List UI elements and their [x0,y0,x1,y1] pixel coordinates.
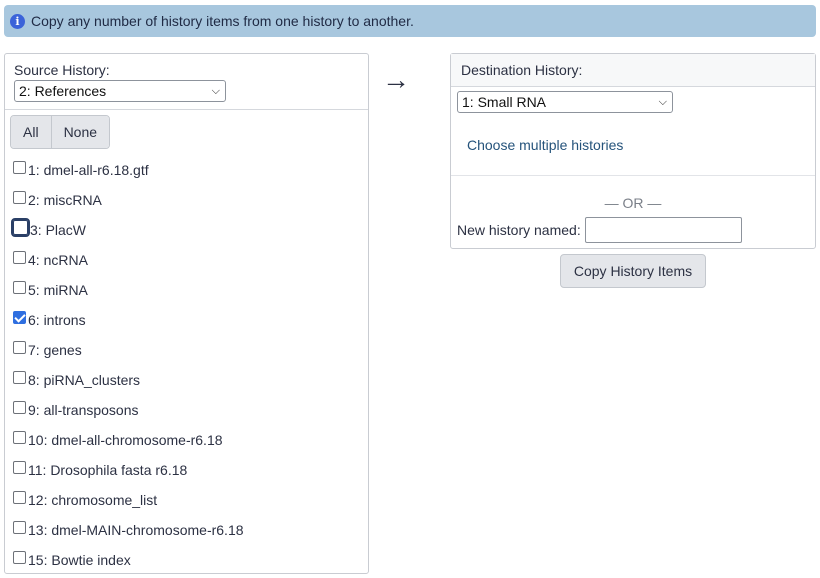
history-item-checkbox[interactable] [13,400,26,414]
history-item-checkbox[interactable] [13,280,26,294]
history-item[interactable]: 11: Drosophila fasta r6.18 [13,455,244,485]
history-item-checkbox[interactable] [13,490,26,504]
history-item-label: 4: ncRNA [28,252,88,268]
history-item-checkbox[interactable] [13,250,26,264]
source-history-selected: 2: References [19,83,107,99]
source-history-title: Source History: [14,62,110,78]
source-history-select[interactable]: 2: References ⌵ [14,80,226,102]
history-item-checkbox[interactable] [13,160,26,174]
history-item[interactable]: 15: Bowtie index [13,545,244,575]
history-item-label: 12: chromosome_list [28,492,158,508]
copy-history-items-button[interactable]: Copy History Items [560,254,706,288]
select-buttons: All None [10,115,111,149]
history-item[interactable]: 8: piRNA_clusters [13,365,244,395]
history-item-checkbox[interactable] [13,310,26,324]
destination-history-title: Destination History: [461,62,583,78]
or-separator: — OR — [604,195,662,211]
history-item-checkbox[interactable] [13,430,26,444]
arrow-right-icon: → [382,64,410,95]
history-item-label: 15: Bowtie index [28,552,131,568]
history-item-label: 8: piRNA_clusters [28,372,141,388]
history-item-label: 5: miRNA [28,282,88,298]
history-item-checkbox[interactable] [13,190,26,204]
history-item[interactable]: 9: all-transposons [13,395,244,425]
history-item[interactable]: 6: introns [13,305,244,335]
destination-history-selected: 1: Small RNA [462,94,547,110]
history-item[interactable]: 10: dmel-all-chromosome-r6.18 [13,425,244,455]
destination-history-header: Destination History: [451,54,815,87]
history-item[interactable]: 1: dmel-all-r6.18.gtf [13,155,244,185]
history-item-label: 9: all-transposons [28,402,139,418]
history-item[interactable]: 7: genes [13,335,244,365]
info-icon: i [10,13,25,29]
info-message: Copy any number of history items from on… [31,13,414,29]
history-item[interactable]: 5: miRNA [13,275,244,305]
history-item[interactable]: 13: dmel-MAIN-chromosome-r6.18 [13,515,244,545]
history-item-label: 10: dmel-all-chromosome-r6.18 [28,432,223,448]
history-item-label: 1: dmel-all-r6.18.gtf [28,162,149,178]
chevron-down-icon: ⌵ [211,84,220,97]
history-item-label: 11: Drosophila fasta r6.18 [28,462,188,478]
chevron-down-icon: ⌵ [658,95,667,108]
history-item-checkbox[interactable] [13,520,26,534]
history-item[interactable]: 4: ncRNA [13,245,244,275]
history-item-label: 7: genes [28,342,82,358]
destination-history-select[interactable]: 1: Small RNA ⌵ [457,91,673,113]
history-item[interactable]: 3: PlacW [11,215,244,245]
history-item-checkbox[interactable] [13,340,26,354]
history-item-label: 3: PlacW [30,222,87,238]
history-item-label: 13: dmel-MAIN-chromosome-r6.18 [28,522,244,538]
history-items-list: 1: dmel-all-r6.18.gtf 2: miscRNA 3: PlacW 4… [11,155,244,575]
destination-history-panel: Destination History: 1: Small RNA ⌵ Choo… [450,53,816,249]
new-history-input[interactable] [584,217,742,243]
history-item[interactable]: 2: miscRNA [13,185,244,215]
history-item[interactable]: 12: chromosome_list [13,485,244,515]
history-item-label: 2: miscRNA [28,192,102,208]
source-history-header: Source History: 2: References ⌵ [5,54,368,110]
select-all-button[interactable]: All [11,116,51,148]
select-none-button[interactable]: None [50,116,110,148]
history-item-checkbox[interactable] [13,460,26,474]
history-item-checkbox[interactable] [11,217,30,237]
history-item-checkbox[interactable] [13,550,26,564]
choose-multiple-histories-link[interactable]: Choose multiple histories [467,137,623,153]
history-item-label: 6: introns [28,312,86,328]
new-history-label: New history named: [457,222,581,238]
history-item-checkbox[interactable] [13,370,26,384]
divider [451,175,815,176]
info-alert: i Copy any number of history items from … [4,5,816,37]
source-history-panel: Source History: 2: References ⌵ All None… [4,53,369,574]
